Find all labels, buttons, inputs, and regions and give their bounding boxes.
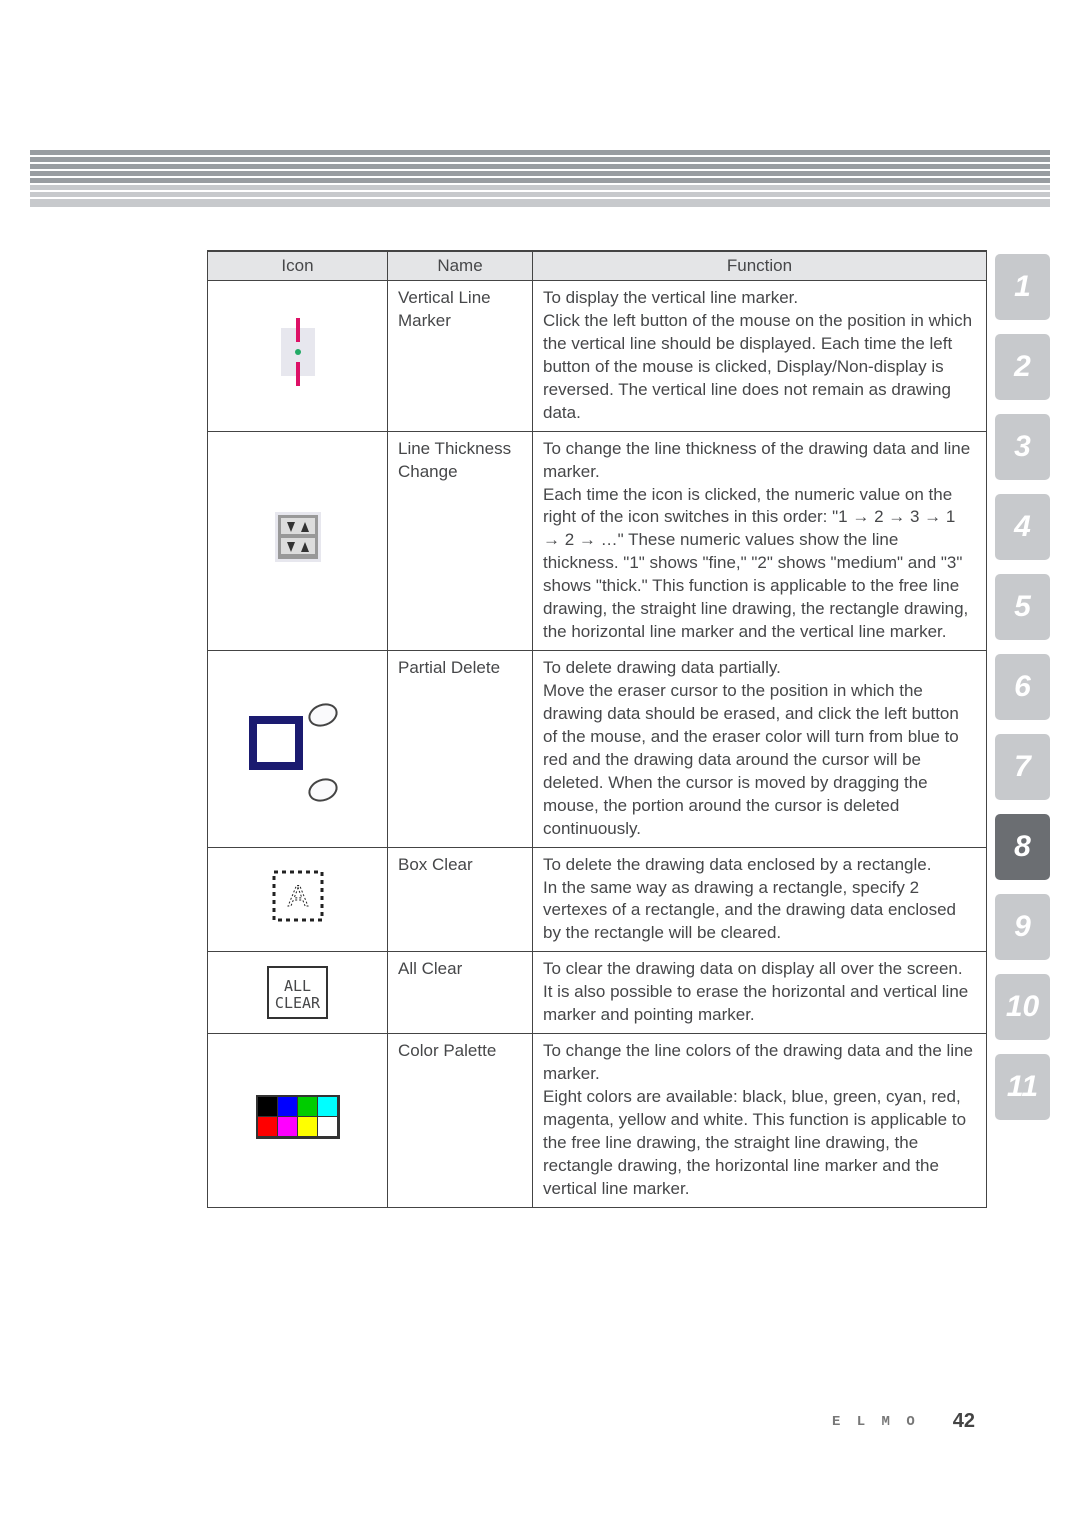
table-row: Partial Delete To delete drawing data pa… xyxy=(208,651,987,848)
func-cell: To display the vertical line marker. Cli… xyxy=(533,281,987,432)
stripe xyxy=(30,171,1050,176)
tab-3[interactable]: 3 xyxy=(995,414,1050,480)
stripe xyxy=(30,199,1050,207)
stripe xyxy=(30,164,1050,169)
icon-all-clear: ALL CLEAR xyxy=(208,952,388,1034)
func-cell: To change the line colors of the drawing… xyxy=(533,1034,987,1208)
footer: E L M O 42 xyxy=(832,1410,975,1433)
stripe xyxy=(30,178,1050,183)
main-content: Icon Name Function Vertical Line Marker … xyxy=(0,228,1080,1208)
icon-color-palette xyxy=(208,1034,388,1208)
tab-7[interactable]: 7 xyxy=(995,734,1050,800)
th-name: Name xyxy=(388,251,533,281)
side-tabs: 1 2 3 4 5 6 7 8 9 10 11 xyxy=(995,254,1050,1208)
name-cell: Partial Delete xyxy=(388,651,533,848)
table-row: Vertical Line Marker To display the vert… xyxy=(208,281,987,432)
name-cell: Line Thickness Change xyxy=(388,431,533,650)
th-icon: Icon xyxy=(208,251,388,281)
function-table: Icon Name Function Vertical Line Marker … xyxy=(207,250,987,1208)
icon-vertical-line-marker xyxy=(208,281,388,432)
tab-6[interactable]: 6 xyxy=(995,654,1050,720)
tab-2[interactable]: 2 xyxy=(995,334,1050,400)
header-stripes xyxy=(0,150,1080,228)
table-row: Line Thickness Change To change the line… xyxy=(208,431,987,650)
func-cell: To change the line thickness of the draw… xyxy=(533,431,987,650)
name-cell: All Clear xyxy=(388,952,533,1034)
svg-text:A: A xyxy=(287,880,307,913)
func-cell: To delete the drawing data enclosed by a… xyxy=(533,847,987,952)
stripe xyxy=(30,192,1050,197)
stripe xyxy=(30,185,1050,190)
tab-8[interactable]: 8 xyxy=(995,814,1050,880)
table-row: Color Palette To change the line colors … xyxy=(208,1034,987,1208)
icon-line-thickness xyxy=(208,431,388,650)
stripe xyxy=(30,150,1050,155)
icon-box-clear: A xyxy=(208,847,388,952)
table-row: ALL CLEAR All Clear To clear the drawing… xyxy=(208,952,987,1034)
tab-9[interactable]: 9 xyxy=(995,894,1050,960)
name-cell: Vertical Line Marker xyxy=(388,281,533,432)
tab-1[interactable]: 1 xyxy=(995,254,1050,320)
func-cell: To delete drawing data partially. Move t… xyxy=(533,651,987,848)
tab-11[interactable]: 11 xyxy=(995,1054,1050,1120)
name-cell: Box Clear xyxy=(388,847,533,952)
th-function: Function xyxy=(533,251,987,281)
tab-5[interactable]: 5 xyxy=(995,574,1050,640)
table-row: A Box Clear To delete the drawing data e… xyxy=(208,847,987,952)
allclear-line2: CLEAR xyxy=(275,994,320,1012)
name-cell: Color Palette xyxy=(388,1034,533,1208)
tab-10[interactable]: 10 xyxy=(995,974,1050,1040)
brand-logo: E L M O xyxy=(832,1414,919,1430)
allclear-line1: ALL xyxy=(284,977,311,995)
page-number: 42 xyxy=(953,1410,975,1433)
icon-partial-delete xyxy=(208,651,388,848)
func-cell: To clear the drawing data on display all… xyxy=(533,952,987,1034)
tab-4[interactable]: 4 xyxy=(995,494,1050,560)
stripe xyxy=(30,157,1050,162)
